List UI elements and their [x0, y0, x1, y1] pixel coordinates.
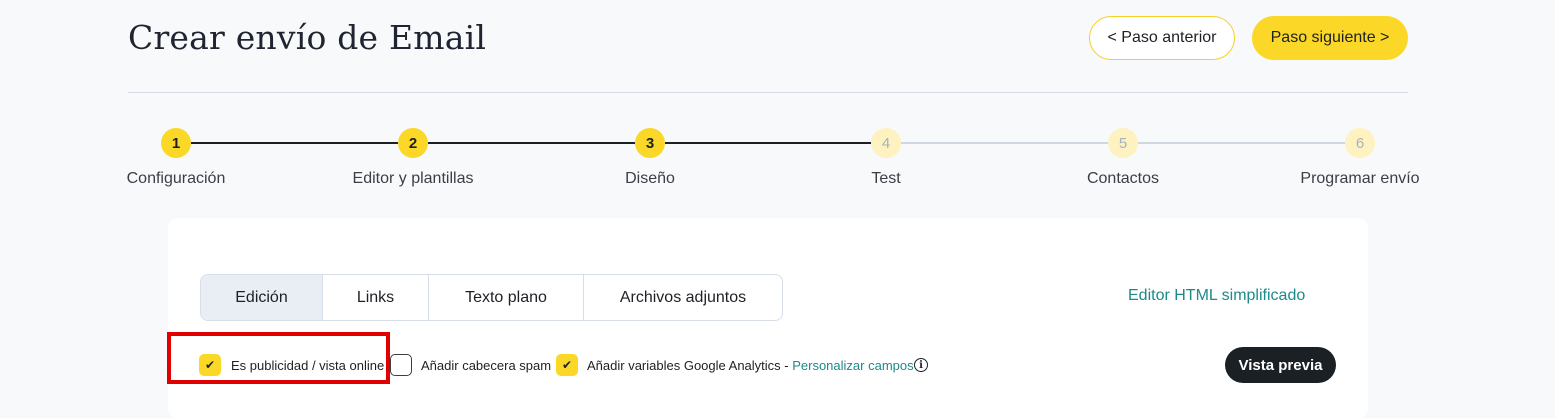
tab-links[interactable]: Links	[323, 275, 429, 320]
step-connector-5	[1138, 142, 1345, 144]
page-title: Crear envío de Email	[128, 18, 487, 57]
tab-texto-plano[interactable]: Texto plano	[429, 275, 584, 320]
header-divider	[128, 92, 1408, 93]
step-connector-2	[428, 142, 635, 144]
editor-tabs: Edición Links Texto plano Archivos adjun…	[200, 274, 783, 321]
google-analytics-label-text: Añadir variables Google Analytics -	[587, 358, 793, 373]
simplified-html-editor-link[interactable]: Editor HTML simplificado	[1128, 287, 1305, 305]
step-1-circle[interactable]: 1	[161, 128, 191, 158]
google-analytics-label: Añadir variables Google Analytics - Pers…	[587, 358, 914, 373]
step-6-label: Programar envío	[1300, 170, 1420, 187]
step-4-label: Test	[871, 170, 901, 187]
advertising-label: Es publicidad / vista online	[231, 358, 385, 373]
step-1-label: Configuración	[126, 170, 226, 187]
step-connector-4	[901, 142, 1108, 144]
step-connector-3	[665, 142, 871, 144]
step-3-circle[interactable]: 3	[635, 128, 665, 158]
google-analytics-checkbox[interactable]: ✔	[556, 354, 578, 376]
advertising-checkbox[interactable]: ✔	[199, 354, 221, 376]
preview-button[interactable]: Vista previa	[1225, 347, 1336, 383]
tab-edicion[interactable]: Edición	[201, 275, 323, 320]
check-icon: ✔	[204, 358, 216, 372]
info-icon[interactable]: i	[914, 358, 928, 372]
tab-archivos-adjuntos[interactable]: Archivos adjuntos	[584, 275, 782, 320]
step-4-circle: 4	[871, 128, 901, 158]
step-3-label: Diseño	[625, 170, 675, 187]
check-icon: ✔	[561, 358, 573, 372]
step-5-circle: 5	[1108, 128, 1138, 158]
step-2-circle[interactable]: 2	[398, 128, 428, 158]
step-2-label: Editor y plantillas	[352, 170, 474, 187]
spam-header-checkbox[interactable]	[390, 354, 412, 376]
step-connector-1	[191, 142, 398, 144]
previous-step-button[interactable]: < Paso anterior	[1089, 16, 1235, 60]
next-step-button[interactable]: Paso siguiente >	[1252, 16, 1408, 60]
step-6-circle: 6	[1345, 128, 1375, 158]
spam-header-label: Añadir cabecera spam	[421, 358, 552, 373]
customize-fields-link[interactable]: Personalizar campos	[792, 358, 913, 373]
step-5-label: Contactos	[1086, 170, 1160, 187]
